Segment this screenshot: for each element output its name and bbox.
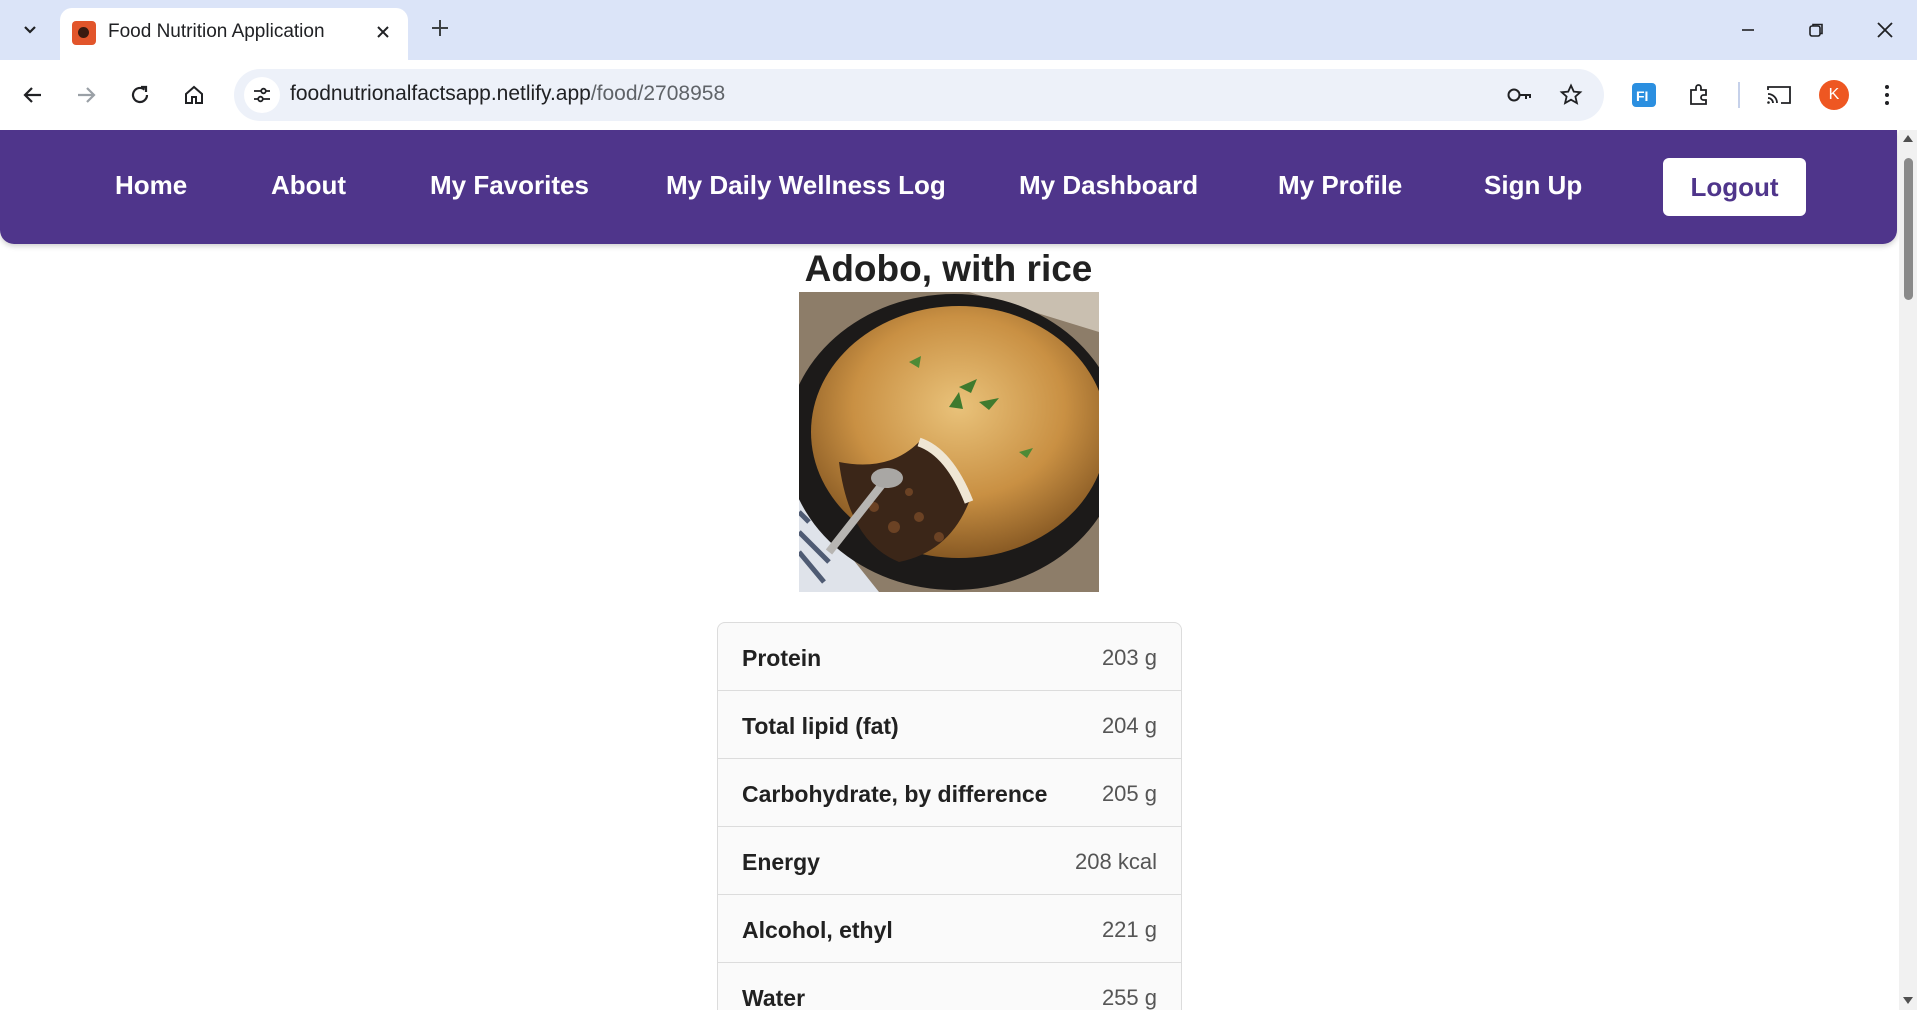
- cast-icon: [1767, 86, 1791, 104]
- home-icon: [185, 85, 203, 104]
- tab-search-button[interactable]: [10, 12, 50, 48]
- nutrient-name: Alcohol, ethyl: [742, 917, 893, 943]
- nutrient-row: Alcohol, ethyl 221 g: [718, 895, 1181, 963]
- nutrient-value: 255 g: [1101, 985, 1157, 1010]
- nutrient-name: Water: [742, 985, 806, 1010]
- food-image: [799, 292, 1099, 592]
- address-bar[interactable]: foodnutrionalfactsapp.netlify.app/food/2…: [234, 69, 1604, 121]
- reload-button[interactable]: [122, 77, 158, 113]
- restore-button[interactable]: [1788, 8, 1844, 52]
- browser-toolbar: foodnutrionalfactsapp.netlify.app/food/2…: [0, 60, 1917, 130]
- page-content: Home About My Favorites My Daily Wellnes…: [0, 130, 1899, 1010]
- nutrient-name: Total lipid (fat): [742, 713, 899, 739]
- scroll-up-arrow-icon[interactable]: [1902, 133, 1914, 145]
- nutrient-row: Total lipid (fat) 204 g: [718, 691, 1181, 759]
- url-host: foodnutrionalfactsapp.netlify.app: [290, 82, 591, 105]
- arrow-left-icon: [23, 87, 41, 103]
- nav-my-profile[interactable]: My Profile: [1278, 170, 1402, 201]
- nutrient-value: 221 g: [1101, 917, 1157, 942]
- nav-my-dashboard[interactable]: My Dashboard: [1019, 170, 1198, 201]
- nav-about[interactable]: About: [271, 170, 346, 201]
- url-path: /food/2708958: [590, 82, 726, 105]
- scrollbar-thumb[interactable]: [1904, 158, 1913, 300]
- nav-home[interactable]: Home: [115, 170, 187, 201]
- svg-text:FI: FI: [1636, 88, 1648, 104]
- minimize-button[interactable]: [1720, 8, 1776, 52]
- nutrient-value: 204 g: [1101, 713, 1157, 738]
- page-scrollbar[interactable]: [1899, 130, 1917, 1010]
- arrow-right-icon: [78, 87, 96, 103]
- browser-tab-strip: Food Nutrition Application: [0, 0, 1917, 60]
- logout-button[interactable]: Logout: [1663, 158, 1806, 216]
- nutrient-name: Energy: [742, 849, 820, 875]
- key-icon: [1507, 88, 1531, 102]
- bookmark-star-button[interactable]: [1555, 79, 1587, 111]
- nutrient-row: Carbohydrate, by difference 205 g: [718, 759, 1181, 827]
- site-favicon-icon: [72, 21, 96, 45]
- more-vert-icon: [1885, 85, 1889, 105]
- password-key-button[interactable]: [1504, 79, 1536, 111]
- tab-title: Food Nutrition Application: [108, 21, 325, 42]
- extensions-button[interactable]: [1681, 77, 1717, 113]
- puzzle-icon: [1690, 84, 1707, 105]
- site-info-button[interactable]: [244, 77, 280, 113]
- profile-avatar[interactable]: K: [1819, 80, 1849, 110]
- extension-fi-button[interactable]: FI: [1626, 77, 1662, 113]
- scroll-down-arrow-icon[interactable]: [1902, 996, 1914, 1008]
- url-text: foodnutrionalfactsapp.netlify.app/food/2…: [290, 82, 725, 106]
- home-button[interactable]: [176, 77, 212, 113]
- nutrient-value: 205 g: [1101, 781, 1157, 806]
- restore-icon: [1809, 23, 1823, 37]
- minimize-icon: [1742, 29, 1754, 31]
- forward-button[interactable]: [68, 77, 104, 113]
- site-navbar: Home About My Favorites My Daily Wellnes…: [0, 130, 1897, 244]
- fi-extension-icon: FI: [1632, 83, 1656, 107]
- close-window-button[interactable]: [1857, 8, 1913, 52]
- nutrient-list: Protein 203 g Total lipid (fat) 204 g Ca…: [717, 622, 1182, 1010]
- toolbar-divider: [1738, 82, 1740, 108]
- star-icon: [1559, 83, 1583, 105]
- reload-icon: [131, 85, 149, 104]
- nutrient-row: Protein 203 g: [718, 623, 1181, 691]
- cast-button[interactable]: [1761, 77, 1797, 113]
- nutrient-name: Protein: [742, 645, 822, 671]
- nav-sign-up[interactable]: Sign Up: [1484, 170, 1582, 201]
- tune-icon: [254, 87, 270, 103]
- plus-icon: [432, 20, 448, 36]
- food-title: Adobo, with rice: [804, 248, 1093, 289]
- browser-menu-button[interactable]: [1869, 77, 1905, 113]
- chevron-down-icon: [24, 26, 36, 34]
- tab-close-icon[interactable]: [370, 20, 396, 46]
- nutrient-row: Water 255 g: [718, 963, 1181, 1010]
- close-icon: [1877, 22, 1893, 38]
- nutrient-value: 203 g: [1101, 645, 1157, 670]
- browser-tab-active[interactable]: Food Nutrition Application: [60, 8, 408, 60]
- nav-my-favorites[interactable]: My Favorites: [430, 170, 589, 201]
- nutrient-value: 208 kcal: [1075, 849, 1157, 874]
- nav-my-daily-wellness-log[interactable]: My Daily Wellness Log: [666, 170, 946, 201]
- nutrient-row: Energy 208 kcal: [718, 827, 1181, 895]
- back-button[interactable]: [15, 77, 51, 113]
- nutrient-name: Carbohydrate, by difference: [742, 781, 1048, 807]
- new-tab-button[interactable]: [424, 14, 456, 46]
